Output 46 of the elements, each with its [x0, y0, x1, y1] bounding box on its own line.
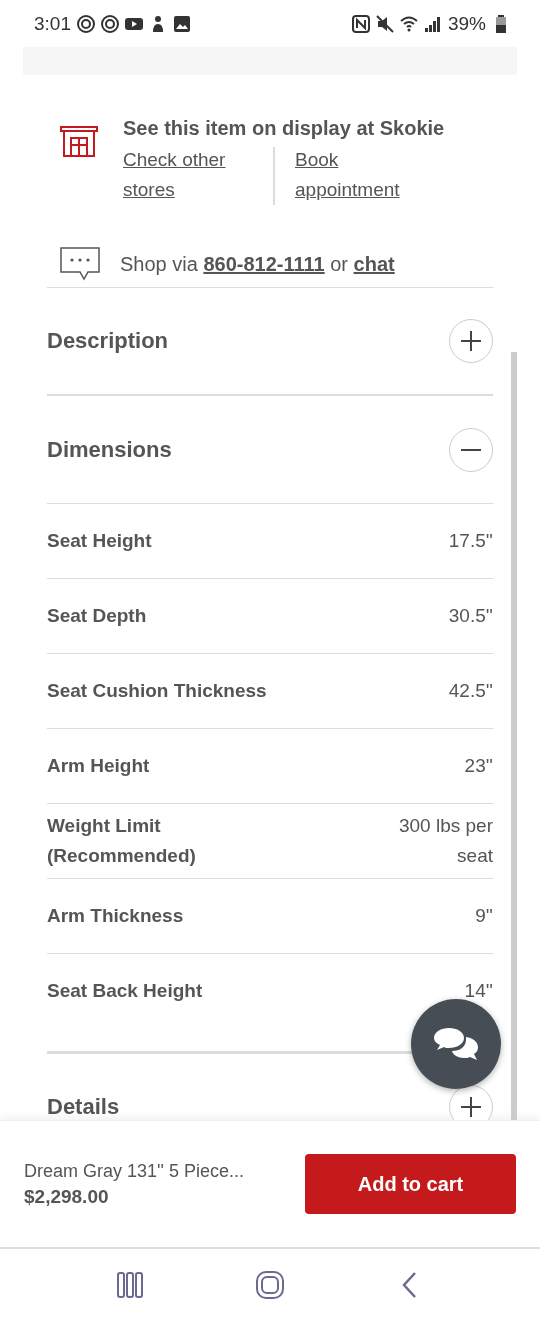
recent-apps-icon[interactable] [115, 1269, 145, 1300]
mute-icon [375, 14, 394, 33]
home-icon[interactable] [255, 1269, 285, 1300]
dimension-label: Weight Limit (Recommended) [47, 814, 197, 868]
status-time: 3:01 [34, 12, 71, 35]
dimension-label: Arm Thickness [47, 904, 184, 928]
add-to-cart-button[interactable]: Add to cart [305, 1154, 516, 1214]
phone-link[interactable]: 860-812-1111 [203, 252, 325, 275]
dimension-label: Arm Height [47, 754, 150, 778]
product-name: Dream Gray 131'' 5 Piece... [24, 1160, 245, 1182]
appointment-link[interactable]: Book appointment [275, 145, 435, 205]
section-title[interactable]: Dimensions [47, 436, 172, 463]
dimension-value: 300 lbs per seat [398, 814, 493, 868]
dimension-label: Seat Cushion Thickness [47, 679, 267, 703]
expand-button[interactable] [449, 319, 493, 363]
product-price: $2,298.00 [24, 1185, 110, 1208]
chat-bubbles-icon [433, 1026, 479, 1062]
wifi-icon [399, 14, 418, 33]
notification-icon [101, 14, 119, 33]
dimension-value: 17.5'' [448, 529, 493, 553]
battery-percent: 39% [447, 12, 486, 35]
dimension-label: Seat Back Height [47, 979, 203, 1003]
signal-icon [423, 14, 442, 33]
dimension-label: Seat Height [47, 529, 152, 553]
section-title[interactable]: Details [47, 1094, 120, 1120]
minus-icon [460, 448, 482, 451]
dimension-label: Seat Depth [47, 604, 147, 628]
plus-icon [460, 1096, 482, 1118]
chat-link[interactable]: chat [353, 252, 395, 275]
plus-icon [460, 330, 482, 352]
speech-bubble-icon [60, 247, 100, 281]
dimension-value: 42.5'' [448, 679, 493, 703]
stores-link[interactable]: Check other stores [123, 145, 273, 205]
store-icon [60, 125, 98, 157]
notification-icon [77, 14, 95, 33]
expand-button[interactable] [449, 1085, 493, 1120]
nfc-icon [351, 14, 370, 33]
dimension-value: 30.5'' [448, 604, 493, 628]
image-icon [173, 14, 191, 33]
dimension-value: 23'' [464, 754, 493, 778]
section-title[interactable]: Description [47, 328, 169, 354]
dimension-value: 14'' [464, 979, 493, 1003]
store-title: See this item on display at Skokie [123, 116, 445, 141]
chat-button[interactable] [411, 999, 501, 1089]
dimension-value: 9'' [475, 904, 493, 928]
contact-text: Shop via 860-812-1111 or chat [120, 252, 395, 276]
